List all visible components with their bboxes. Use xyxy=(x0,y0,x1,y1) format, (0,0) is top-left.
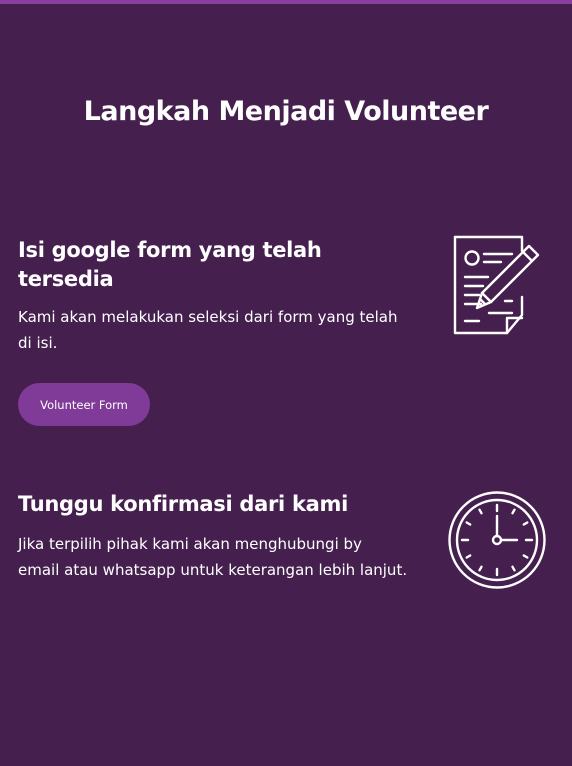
top-accent-bar xyxy=(0,0,572,4)
form-pen-icon xyxy=(449,235,545,335)
step-description: Jika terpilih pihak kami akan menghubung… xyxy=(18,535,408,579)
step-fill-form: Isi google form yang telah tersedia Kami… xyxy=(18,236,418,426)
page-title: Langkah Menjadi Volunteer xyxy=(83,96,489,127)
step-wait-confirmation: Tunggu konfirmasi dari kami Jika terpili… xyxy=(18,490,418,583)
volunteer-form-button[interactable]: Volunteer Form xyxy=(18,383,150,426)
step-heading: Tunggu konfirmasi dari kami xyxy=(18,492,348,516)
step-description: Kami akan melakukan seleksi dari form ya… xyxy=(18,308,398,352)
step-heading: Isi google form yang telah tersedia xyxy=(18,238,322,291)
clock-icon xyxy=(448,490,548,590)
